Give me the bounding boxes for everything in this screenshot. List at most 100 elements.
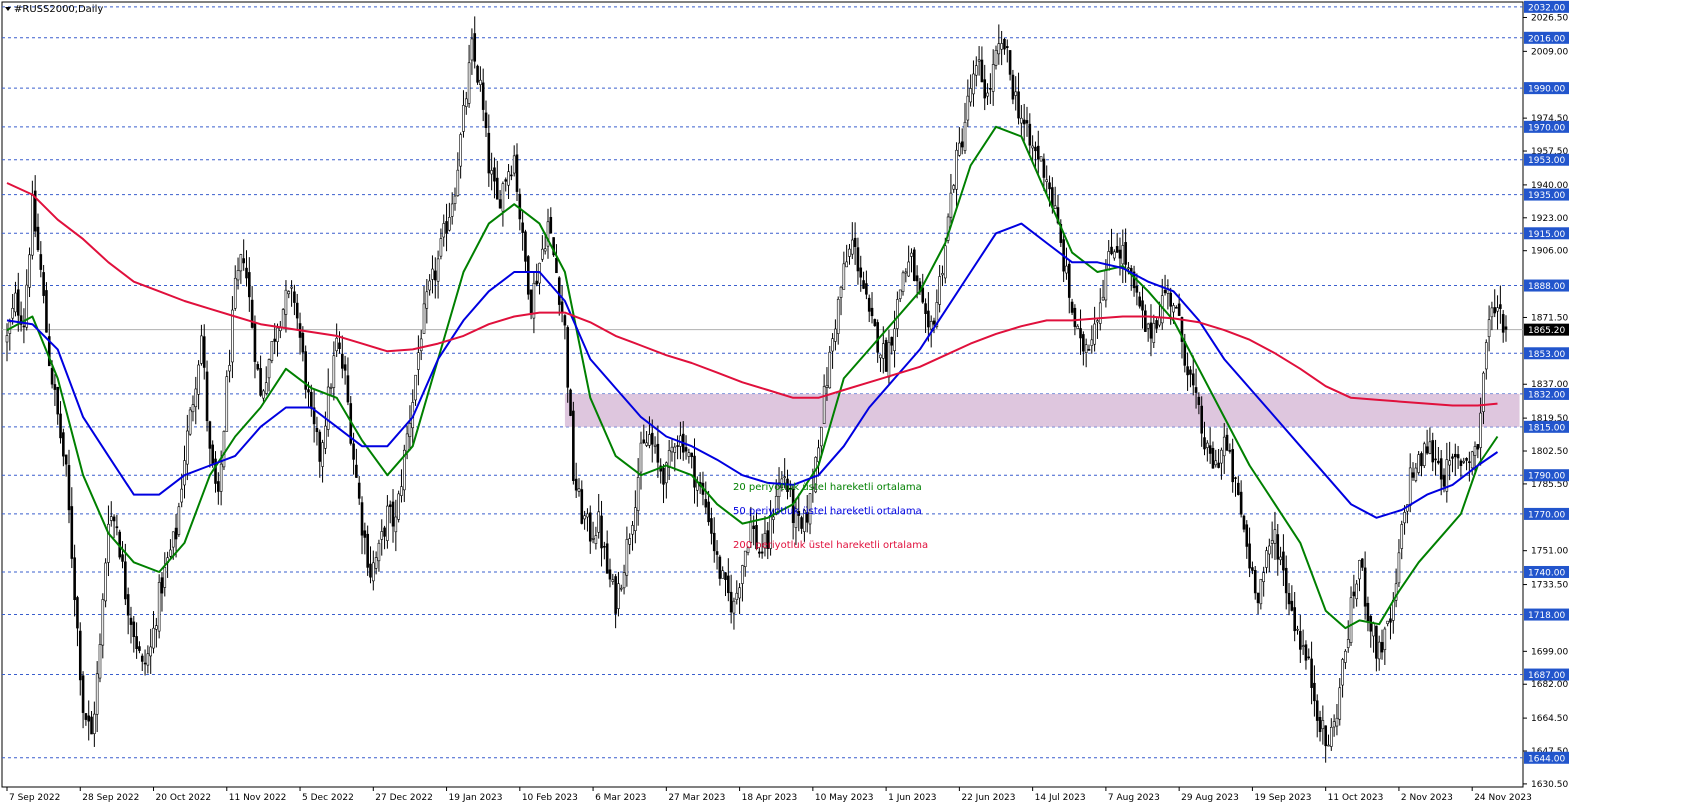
candle-body	[1110, 246, 1113, 255]
candle-body	[67, 465, 71, 511]
candle-body	[836, 298, 840, 334]
candle-body	[1349, 597, 1353, 643]
candle-body	[597, 511, 601, 533]
candle-body	[656, 443, 660, 463]
candle-body	[281, 309, 285, 329]
candle-body	[1135, 285, 1139, 293]
y-tick-label: 1682.00	[1531, 680, 1568, 690]
candle-body	[202, 336, 206, 368]
candle-body	[287, 291, 291, 295]
candle-body	[422, 303, 426, 334]
candle-body	[45, 290, 48, 333]
candle-body	[600, 515, 603, 549]
candle-body	[163, 567, 167, 588]
candle-body	[1327, 744, 1330, 747]
candle-body	[535, 280, 539, 285]
candle-body	[177, 506, 181, 535]
candle-body	[1375, 625, 1378, 659]
candle-body	[735, 592, 739, 600]
candle-body	[991, 64, 995, 92]
candle-body	[355, 464, 358, 478]
candle-body	[290, 286, 293, 289]
candle-body	[1214, 460, 1218, 466]
candle-body	[859, 267, 863, 278]
level-price-label: 1718.00	[1528, 611, 1565, 621]
candle-body	[262, 390, 265, 399]
candle-body	[715, 551, 719, 555]
candle-body	[112, 516, 116, 522]
candle-body	[369, 563, 372, 578]
candle-body	[1011, 74, 1015, 100]
legend-item: 200 periyotluk üstel hareketli ortalama	[733, 540, 928, 551]
candle-body	[295, 302, 299, 319]
candle-body	[1256, 592, 1260, 604]
candle-body	[921, 287, 925, 303]
candle-body	[146, 653, 150, 666]
candle-body	[1360, 558, 1364, 568]
candle-body	[293, 291, 296, 303]
candle-body	[1124, 242, 1127, 265]
candle-body	[228, 365, 231, 372]
candle-body	[341, 353, 344, 369]
candle-body	[549, 217, 553, 234]
candle-body	[93, 713, 96, 734]
candle-body	[126, 594, 130, 616]
x-tick-label: 27 Mar 2023	[668, 793, 725, 803]
candle-body	[605, 543, 609, 574]
candle-body	[208, 421, 212, 449]
candle-body	[1265, 550, 1268, 568]
candle-body	[1217, 462, 1220, 468]
chart-title-group[interactable]: #RUSS2000,Daily	[5, 4, 103, 15]
candle-body	[1070, 301, 1074, 313]
candle-body	[1403, 511, 1406, 524]
candle-body	[617, 583, 620, 609]
candle-body	[124, 561, 127, 600]
candle-body	[563, 315, 567, 326]
candle-body	[952, 185, 956, 190]
candle-body	[842, 263, 846, 290]
candle-body	[904, 271, 908, 274]
candle-body	[997, 43, 1001, 55]
candle-body	[557, 277, 561, 305]
candle-body	[1366, 602, 1370, 622]
candle-body	[851, 239, 854, 255]
x-tick-label: 19 Jan 2023	[449, 793, 503, 803]
candle-body	[512, 155, 516, 174]
candle-body	[648, 434, 651, 446]
candle-body	[1158, 317, 1161, 326]
candle-body	[87, 715, 91, 722]
level-price-label: 1970.00	[1528, 123, 1565, 133]
level-price-label: 1815.00	[1528, 423, 1565, 433]
price-chart[interactable]: 2026.502009.001974.501957.501940.001923.…	[0, 0, 1695, 806]
candle-body	[526, 256, 530, 295]
candle-body	[1420, 453, 1423, 467]
candle-body	[188, 409, 192, 435]
candle-body	[433, 270, 437, 281]
candle-body	[31, 195, 34, 256]
candle-body	[174, 527, 178, 540]
candle-body	[667, 450, 671, 468]
candle-body	[259, 368, 262, 396]
candle-body	[1098, 302, 1102, 324]
candle-body	[1437, 460, 1440, 464]
candle-body	[1189, 369, 1192, 375]
candle-body	[143, 662, 147, 665]
candle-body	[495, 177, 499, 200]
x-tick-label: 22 Jun 2023	[961, 793, 1015, 803]
candle-body	[1296, 628, 1299, 631]
candle-body	[1121, 245, 1125, 265]
candle-body	[1383, 628, 1387, 650]
candle-body	[1453, 453, 1457, 458]
candle-body	[90, 716, 93, 735]
candle-body	[690, 452, 693, 458]
candle-body	[867, 297, 871, 312]
candle-body	[1107, 251, 1111, 271]
candle-body	[338, 342, 341, 349]
candle-body	[729, 591, 733, 613]
candle-body	[1231, 449, 1234, 483]
candle-body	[845, 261, 848, 268]
candle-body	[343, 364, 347, 371]
x-tick-label: 7 Aug 2023	[1108, 793, 1160, 803]
candle-body	[1008, 50, 1012, 75]
x-tick-label: 1 Jun 2023	[888, 793, 936, 803]
